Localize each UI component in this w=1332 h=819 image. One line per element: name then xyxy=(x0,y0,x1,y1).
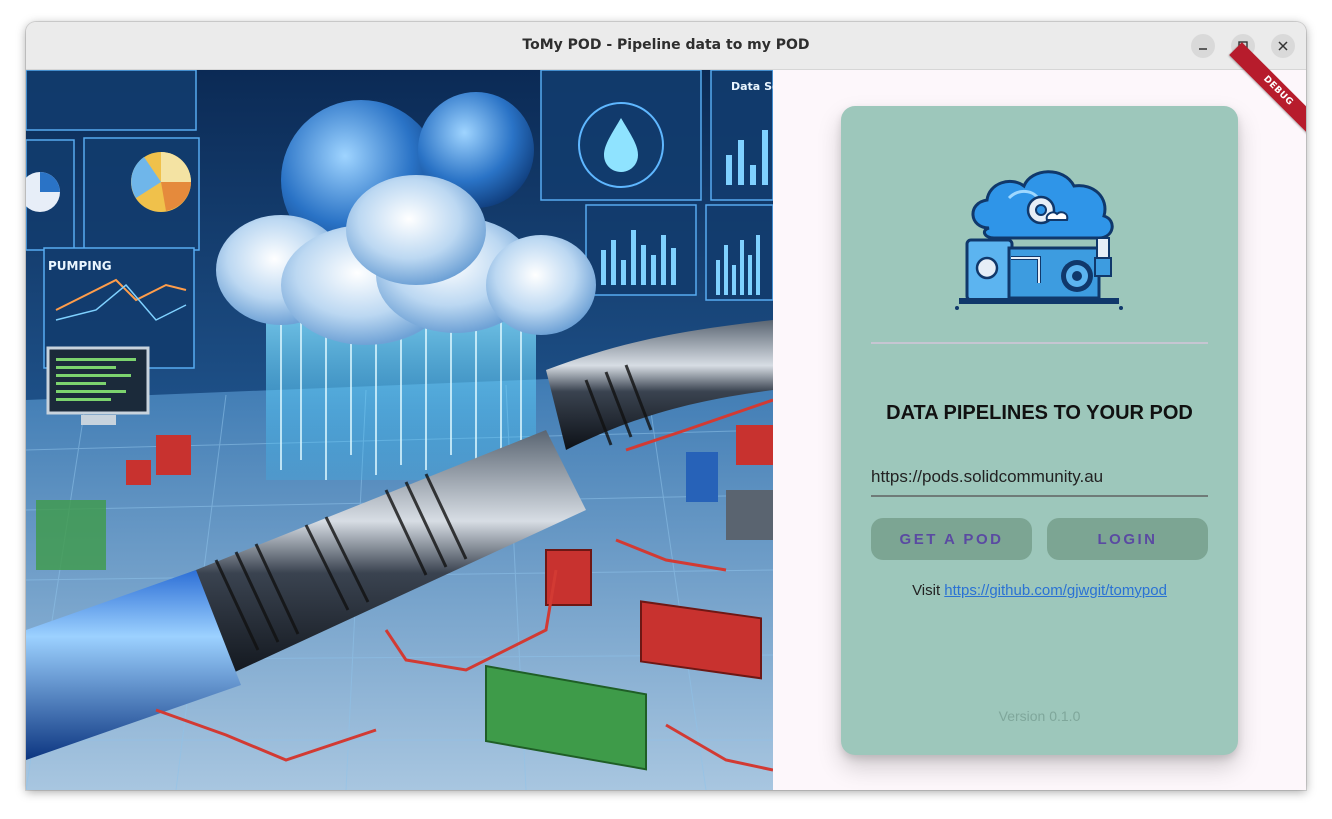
visit-prefix: Visit xyxy=(912,582,945,599)
get-a-pod-button[interactable]: GET A POD xyxy=(871,518,1032,560)
login-card: DATA PIPELINES TO YOUR POD GET A POD LOG… xyxy=(841,106,1238,755)
pipeline-illustration: PUMPING Data Se xyxy=(26,70,773,790)
window-title: ToMy POD - Pipeline data to my POD xyxy=(522,37,810,53)
titlebar[interactable]: ToMy POD - Pipeline data to my POD xyxy=(26,22,1306,70)
pumping-label: PUMPING xyxy=(48,259,112,273)
close-button[interactable] xyxy=(1271,34,1295,58)
cloud-pipeline-logo-icon xyxy=(949,158,1129,318)
pod-url-input[interactable] xyxy=(871,459,1208,497)
app-content: PUMPING Data Se xyxy=(26,42,1306,790)
app-window: ToMy POD - Pipeline data to my POD PUMPI… xyxy=(26,22,1306,790)
card-heading: DATA PIPELINES TO YOUR POD xyxy=(886,402,1193,424)
divider xyxy=(871,342,1208,344)
login-button[interactable]: LOGIN xyxy=(1047,518,1208,560)
version-label: Version 0.1.0 xyxy=(998,708,1081,724)
minimize-icon xyxy=(1199,48,1207,50)
github-link[interactable]: https://github.com/gjwgit/tomypod xyxy=(944,582,1167,599)
visit-line: Visit https://github.com/gjwgit/tomypod xyxy=(841,582,1238,599)
minimize-button[interactable] xyxy=(1191,34,1215,58)
data-label: Data Se xyxy=(731,80,773,93)
close-icon xyxy=(1278,41,1288,51)
login-panel: DEBUG DATA PIPELINES TO YOUR POD https:/… xyxy=(773,42,1306,790)
